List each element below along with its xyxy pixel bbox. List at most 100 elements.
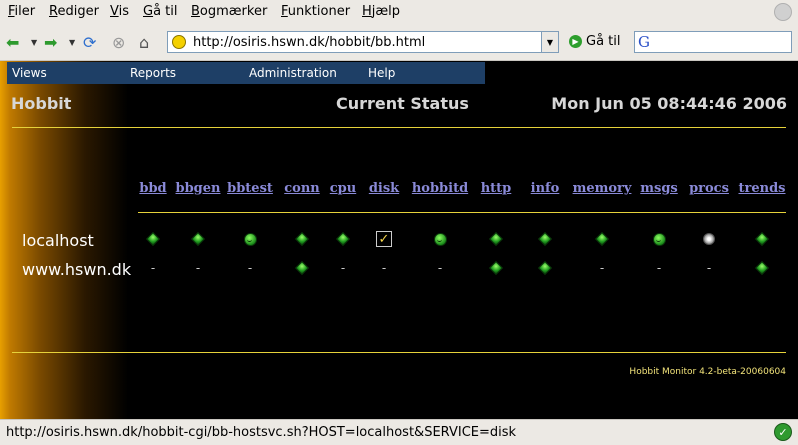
column-memory[interactable]: memory: [573, 181, 632, 196]
nav-administration[interactable]: Administration: [249, 66, 337, 80]
status-localhost-memory[interactable]: [592, 231, 612, 247]
status-localhost-cpu[interactable]: [333, 231, 353, 247]
status-localhost-hobbitd[interactable]: [430, 231, 450, 247]
throbber-icon: [774, 3, 792, 21]
green-recent-status-icon: [433, 232, 447, 246]
browser-menubar: Filer Rediger Vis Gå til Bogmærker Funkt…: [0, 0, 798, 24]
status-www-procs: -: [706, 261, 712, 275]
status-localhost-bbgen[interactable]: [188, 231, 208, 247]
status-localhost-bbd[interactable]: [143, 231, 163, 247]
footer-divider: [12, 352, 786, 353]
green-status-icon: [145, 231, 161, 247]
menu-hjaelp[interactable]: Hjælp: [362, 4, 400, 19]
status-localhost-conn[interactable]: [292, 231, 312, 247]
column-http[interactable]: http: [481, 181, 512, 196]
hobbit-nav-menu: Views Reports Administration Help: [7, 62, 485, 84]
url-bar[interactable]: http://osiris.hswn.dk/hobbit/bb.html ▼: [167, 31, 559, 53]
green-status-icon: [488, 260, 504, 276]
status-www-bbgen: -: [195, 261, 201, 275]
column-hobbitd[interactable]: hobbitd: [412, 181, 468, 196]
page-content: Views Reports Administration Help Hobbit…: [0, 61, 798, 419]
page-title: Current Status: [336, 94, 469, 113]
column-msgs[interactable]: msgs: [640, 181, 677, 196]
browser-statusbar: http://osiris.hswn.dk/hobbit-cgi/bb-host…: [0, 419, 798, 445]
status-www-http[interactable]: [486, 260, 506, 276]
header-divider: [12, 127, 786, 128]
reload-icon[interactable]: ⟳: [83, 32, 96, 52]
status-www-conn[interactable]: [292, 260, 312, 276]
site-favicon-icon: [172, 35, 186, 49]
green-status-icon: [294, 260, 310, 276]
column-info[interactable]: info: [531, 181, 560, 196]
green-recent-status-icon: [243, 232, 257, 246]
go-button[interactable]: ▶ Gå til: [569, 34, 621, 49]
green-status-icon: [754, 260, 770, 276]
column-trends[interactable]: trends: [739, 181, 786, 196]
host-www-hswn-dk[interactable]: www.hswn.dk: [22, 260, 131, 279]
nav-reports[interactable]: Reports: [130, 66, 176, 80]
status-www-info[interactable]: [535, 260, 555, 276]
status-localhost-msgs[interactable]: [649, 231, 669, 247]
green-status-icon: [294, 231, 310, 247]
clear-status-icon: [703, 233, 715, 245]
footer-version: Hobbit Monitor 4.2-beta-20060604: [629, 367, 786, 377]
status-url: http://osiris.hswn.dk/hobbit-cgi/bb-host…: [6, 425, 517, 440]
column-bbtest[interactable]: bbtest: [227, 181, 273, 196]
security-ok-icon: ✓: [774, 423, 792, 441]
go-icon: ▶: [569, 35, 582, 48]
status-localhost-info[interactable]: [535, 231, 555, 247]
back-arrow-icon[interactable]: ⬅: [6, 32, 19, 52]
status-localhost-trends[interactable]: [752, 231, 772, 247]
brand-title: Hobbit: [11, 94, 72, 113]
column-conn[interactable]: conn: [284, 181, 320, 196]
nav-views[interactable]: Views: [12, 66, 47, 80]
home-icon[interactable]: ⌂: [139, 32, 149, 52]
status-www-cpu: -: [340, 261, 346, 275]
url-dropdown-icon[interactable]: ▼: [541, 32, 558, 52]
status-www-disk: -: [381, 261, 387, 275]
green-status-icon: [594, 231, 610, 247]
forward-dropdown-icon[interactable]: ▼: [69, 38, 75, 47]
status-www-hobbitd: -: [437, 261, 443, 275]
column-disk[interactable]: disk: [369, 181, 399, 196]
status-localhost-bbtest[interactable]: [240, 231, 260, 247]
checkmark-icon: ✓: [376, 231, 392, 247]
menu-vis[interactable]: Vis: [110, 4, 129, 19]
menu-funktioner[interactable]: Funktioner: [281, 4, 350, 19]
column-cpu[interactable]: cpu: [330, 181, 356, 196]
host-localhost[interactable]: localhost: [22, 231, 94, 250]
stop-icon[interactable]: ⊗: [112, 32, 125, 52]
search-engine-icon[interactable]: G: [638, 33, 650, 51]
green-status-icon: [537, 231, 553, 247]
green-status-icon: [537, 260, 553, 276]
status-www-trends[interactable]: [752, 260, 772, 276]
go-label: Gå til: [586, 34, 621, 49]
columns-divider: [138, 212, 786, 213]
menu-bogmaerker[interactable]: Bogmærker: [191, 4, 267, 19]
status-www-bbtest: -: [247, 261, 253, 275]
menu-gaa-til[interactable]: Gå til: [143, 4, 178, 19]
nav-help[interactable]: Help: [368, 66, 395, 80]
green-recent-status-icon: [652, 232, 666, 246]
status-www-bbd: -: [150, 261, 156, 275]
browser-toolbar: ⬅ ▼ ➡ ▼ ⟳ ⊗ ⌂ http://osiris.hswn.dk/hobb…: [0, 26, 798, 61]
status-www-msgs: -: [656, 261, 662, 275]
menu-filer[interactable]: Filer: [8, 4, 35, 19]
column-bbgen[interactable]: bbgen: [176, 181, 221, 196]
search-input[interactable]: G: [634, 31, 792, 53]
column-bbd[interactable]: bbd: [139, 181, 166, 196]
forward-arrow-icon[interactable]: ➡: [44, 32, 57, 52]
status-localhost-http[interactable]: [486, 231, 506, 247]
green-status-icon: [335, 231, 351, 247]
green-status-icon: [190, 231, 206, 247]
status-localhost-disk[interactable]: ✓: [374, 231, 394, 247]
column-procs[interactable]: procs: [689, 181, 729, 196]
status-localhost-procs[interactable]: [699, 231, 719, 247]
current-datetime: Mon Jun 05 08:44:46 2006: [551, 94, 787, 113]
green-status-icon: [488, 231, 504, 247]
back-dropdown-icon[interactable]: ▼: [31, 38, 37, 47]
green-status-icon: [754, 231, 770, 247]
url-text[interactable]: http://osiris.hswn.dk/hobbit/bb.html: [193, 35, 425, 50]
status-www-memory: -: [599, 261, 605, 275]
menu-rediger[interactable]: Rediger: [49, 4, 99, 19]
